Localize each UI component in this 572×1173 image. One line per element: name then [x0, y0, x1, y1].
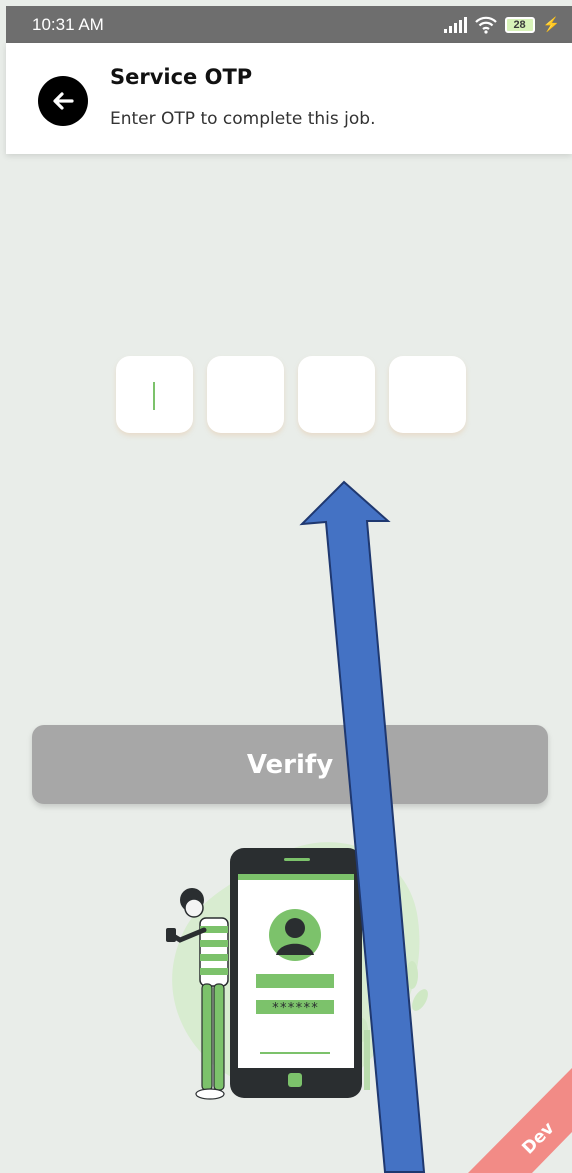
signal-icon — [443, 16, 467, 33]
otp-input-group — [116, 356, 466, 433]
smartphone-icon — [230, 848, 362, 1098]
back-button[interactable] — [38, 76, 88, 126]
otp-digit-2[interactable] — [207, 356, 284, 433]
app-header: Service OTP Enter OTP to complete this j… — [6, 43, 572, 154]
page-title: Service OTP — [110, 65, 253, 89]
text-cursor — [153, 382, 155, 410]
dev-label: Dev — [518, 1118, 558, 1158]
status-bar: 10:31 AM 28 ⚡ — [6, 6, 572, 43]
status-icons: 28 ⚡ — [443, 16, 560, 34]
verify-button[interactable]: Verify — [32, 725, 548, 804]
otp-digit-4[interactable] — [389, 356, 466, 433]
otp-digit-1[interactable] — [116, 356, 193, 433]
wifi-icon — [474, 16, 497, 34]
masked-password-text: ****** — [272, 1001, 319, 1016]
battery-icon: 28 — [504, 16, 535, 33]
status-time: 10:31 AM — [32, 14, 104, 34]
otp-digit-3[interactable] — [298, 356, 375, 433]
arrow-left-icon — [53, 92, 74, 110]
page-subtitle: Enter OTP to complete this job. — [110, 109, 376, 129]
charging-icon: ⚡ — [542, 16, 560, 32]
phone-verification-illustration: ****** — [166, 842, 428, 1100]
